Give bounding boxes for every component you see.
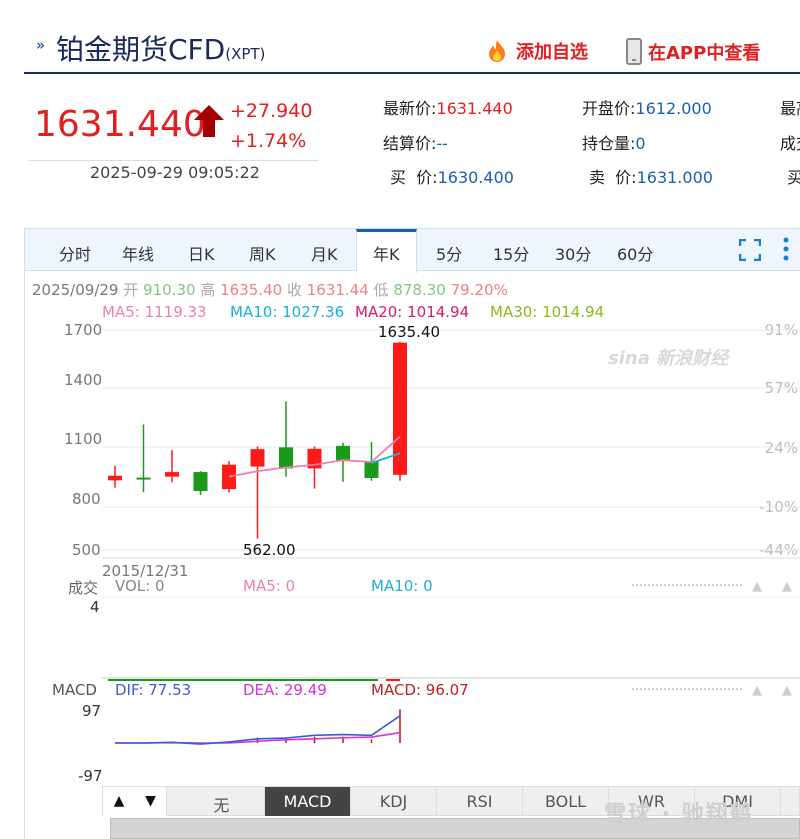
collapse-up-icon[interactable]: ▲: [782, 579, 792, 594]
nav-up-button[interactable]: ▲: [103, 787, 135, 816]
macd-axis-bottom: -97: [78, 767, 103, 785]
candle-body: [279, 447, 293, 469]
nav-down-button[interactable]: ▼: [135, 787, 167, 816]
macd-dea: DEA: 29.49: [243, 681, 327, 699]
indicator-tab-none[interactable]: 无: [179, 787, 265, 816]
volume-ma5: MA5: 0: [243, 577, 296, 595]
indicator-tab-kdj[interactable]: KDJ: [351, 787, 437, 816]
low-marker: 562.00: [243, 541, 296, 559]
kline-chart: [102, 329, 800, 745]
macd-dif: DIF: 77.53: [115, 681, 192, 699]
xueqiu-watermark: 雪球 · 驰翔鹤: [604, 802, 754, 827]
macd-chart: [115, 709, 401, 745]
candle-body: [136, 477, 151, 480]
macd-axis-top: 97: [82, 702, 102, 720]
volume-slider[interactable]: [632, 584, 742, 587]
collapse-up-icon[interactable]: ▲: [752, 683, 762, 698]
candle-body: [193, 472, 208, 491]
volume-vol: VOL: 0: [115, 577, 165, 595]
macd-title: MACD: [52, 681, 97, 699]
high-marker: 1635.40: [378, 323, 441, 341]
volume-ma10: MA10: 0: [371, 577, 433, 595]
candle-body: [108, 475, 122, 481]
volume-axis: 4: [90, 598, 100, 616]
indicator-tab-rsi[interactable]: RSI: [437, 787, 523, 816]
collapse-up-icon[interactable]: ▲: [752, 579, 762, 594]
collapse-up-icon[interactable]: ▲: [782, 683, 792, 698]
volume-title: 成交: [68, 579, 99, 597]
volume-frame: [102, 596, 800, 681]
macd-value: MACD: 96.07: [371, 681, 469, 699]
candle-body: [250, 449, 265, 467]
indicator-tab-macd[interactable]: MACD: [265, 787, 351, 816]
indicator-tab-boll[interactable]: BOLL: [523, 787, 609, 816]
candle-body: [165, 472, 179, 477]
candle-body: [364, 461, 379, 478]
macd-slider[interactable]: [632, 688, 742, 691]
candle-body: [336, 445, 350, 462]
candle-body: [222, 464, 236, 490]
candles: [108, 341, 407, 539]
chart-grid: [102, 329, 800, 559]
